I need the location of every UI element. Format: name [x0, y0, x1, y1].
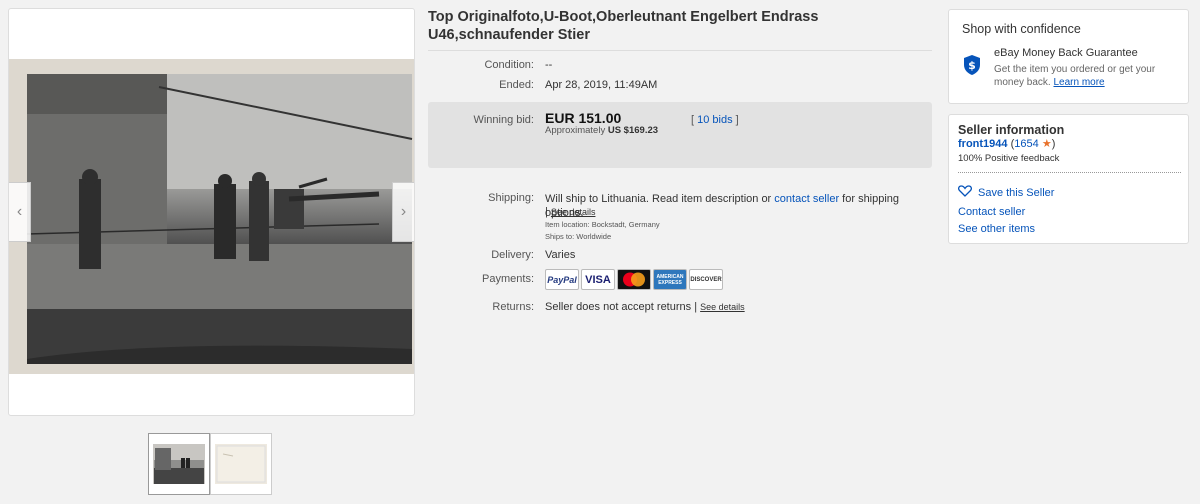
delivery-value: Varies: [545, 249, 576, 261]
seller-divider: [958, 172, 1181, 173]
feedback-score-link[interactable]: 1654: [1014, 138, 1038, 150]
shipping-text: Will ship to Lithuania. Read item descri…: [545, 193, 772, 205]
paypal-icon: PayPal: [545, 269, 579, 290]
thumbnail-2[interactable]: [210, 433, 272, 495]
bids-bracket-close: ]: [735, 114, 739, 126]
amex-icon: AMERICAN EXPRESS: [653, 269, 687, 290]
mastercard-circles: [618, 270, 650, 289]
returns-see-details-link[interactable]: See details: [700, 302, 745, 312]
submarine-photo: [9, 59, 414, 374]
chevron-left-icon: ‹: [16, 203, 23, 220]
see-other-items-link[interactable]: See other items: [958, 223, 1035, 235]
shipping-label: Shipping:: [488, 192, 534, 204]
title-divider: [428, 50, 932, 51]
positive-feedback: 100% Positive feedback: [958, 153, 1060, 164]
thumbnail-image: [215, 444, 267, 484]
main-image-container: ‹ ›: [8, 8, 415, 416]
payments-label: Payments:: [482, 273, 534, 285]
score-paren-close: ): [1051, 138, 1056, 150]
shop-with-confidence-card: Shop with confidence $ eBay Money Back G…: [948, 9, 1189, 104]
confidence-title: Shop with confidence: [962, 22, 1081, 36]
returns-text: Seller does not accept returns |: [545, 301, 698, 313]
delivery-label: Delivery:: [491, 249, 534, 261]
chevron-right-icon: ›: [400, 203, 407, 220]
bids-bracket-open: [: [691, 114, 695, 126]
heart-icon: [958, 185, 972, 200]
ended-value: Apr 28, 2019, 11:49AM: [545, 79, 658, 91]
seller-information-card: Seller information front1944 (1654 ★) 10…: [948, 114, 1189, 244]
item-location: Item location: Bockstadt, Germany: [545, 220, 660, 229]
item-main-photo[interactable]: [9, 59, 414, 374]
learn-more-link[interactable]: Learn more: [1053, 77, 1104, 88]
bids-link[interactable]: 10 bids: [697, 114, 732, 126]
save-seller-button[interactable]: Save this Seller: [958, 185, 1054, 200]
approx-prefix: Approximately: [545, 125, 606, 136]
thumbnail-image: [153, 444, 205, 484]
thumbnail-1[interactable]: [148, 433, 210, 495]
shipping-separator: |: [545, 206, 548, 218]
approx-value: US $169.23: [607, 125, 659, 136]
seller-info-title: Seller information: [958, 123, 1065, 137]
prev-image-button[interactable]: ‹: [9, 182, 31, 242]
shipping-value: Will ship to Lithuania. Read item descri…: [545, 192, 935, 220]
approx-price: Approximately US $169.23: [545, 125, 658, 136]
returns-value: Seller does not accept returns | See det…: [545, 301, 745, 313]
svg-text:$: $: [968, 59, 976, 72]
ships-to: Ships to: Worldwide: [545, 232, 612, 241]
condition-value: --: [545, 59, 553, 71]
visa-icon: VISA: [581, 269, 615, 290]
money-back-description: Get the item you ordered or get your mon…: [994, 63, 1179, 89]
seller-name-link[interactable]: front1944: [958, 138, 1008, 150]
contact-seller-link-card[interactable]: Contact seller: [958, 206, 1025, 218]
discover-icon: DISCOVER: [689, 269, 723, 290]
save-seller-link[interactable]: Save this Seller: [978, 187, 1054, 199]
shipping-see-details: | See details: [545, 206, 595, 218]
contact-seller-link[interactable]: contact seller: [774, 193, 839, 205]
condition-label: Condition:: [484, 59, 534, 71]
item-title: Top Originalfoto,U-Boot,Oberleutnant Eng…: [428, 9, 819, 43]
bid-count: [ 10 bids ]: [691, 114, 739, 126]
winning-price: EUR 151.00: [545, 110, 622, 126]
star-icon: ★: [1041, 138, 1052, 150]
mastercard-icon: [617, 269, 651, 290]
money-back-title: eBay Money Back Guarantee: [994, 47, 1138, 59]
ended-label: Ended:: [499, 79, 534, 91]
shield-dollar-icon: $: [962, 54, 982, 81]
returns-label: Returns:: [492, 301, 534, 313]
next-image-button[interactable]: ›: [392, 182, 414, 242]
winning-bid-label: Winning bid:: [473, 114, 534, 126]
winning-bid-panel: [428, 102, 932, 168]
seller-name-row: front1944 (1654 ★): [958, 137, 1055, 150]
shipping-see-details-link[interactable]: See details: [551, 207, 596, 217]
